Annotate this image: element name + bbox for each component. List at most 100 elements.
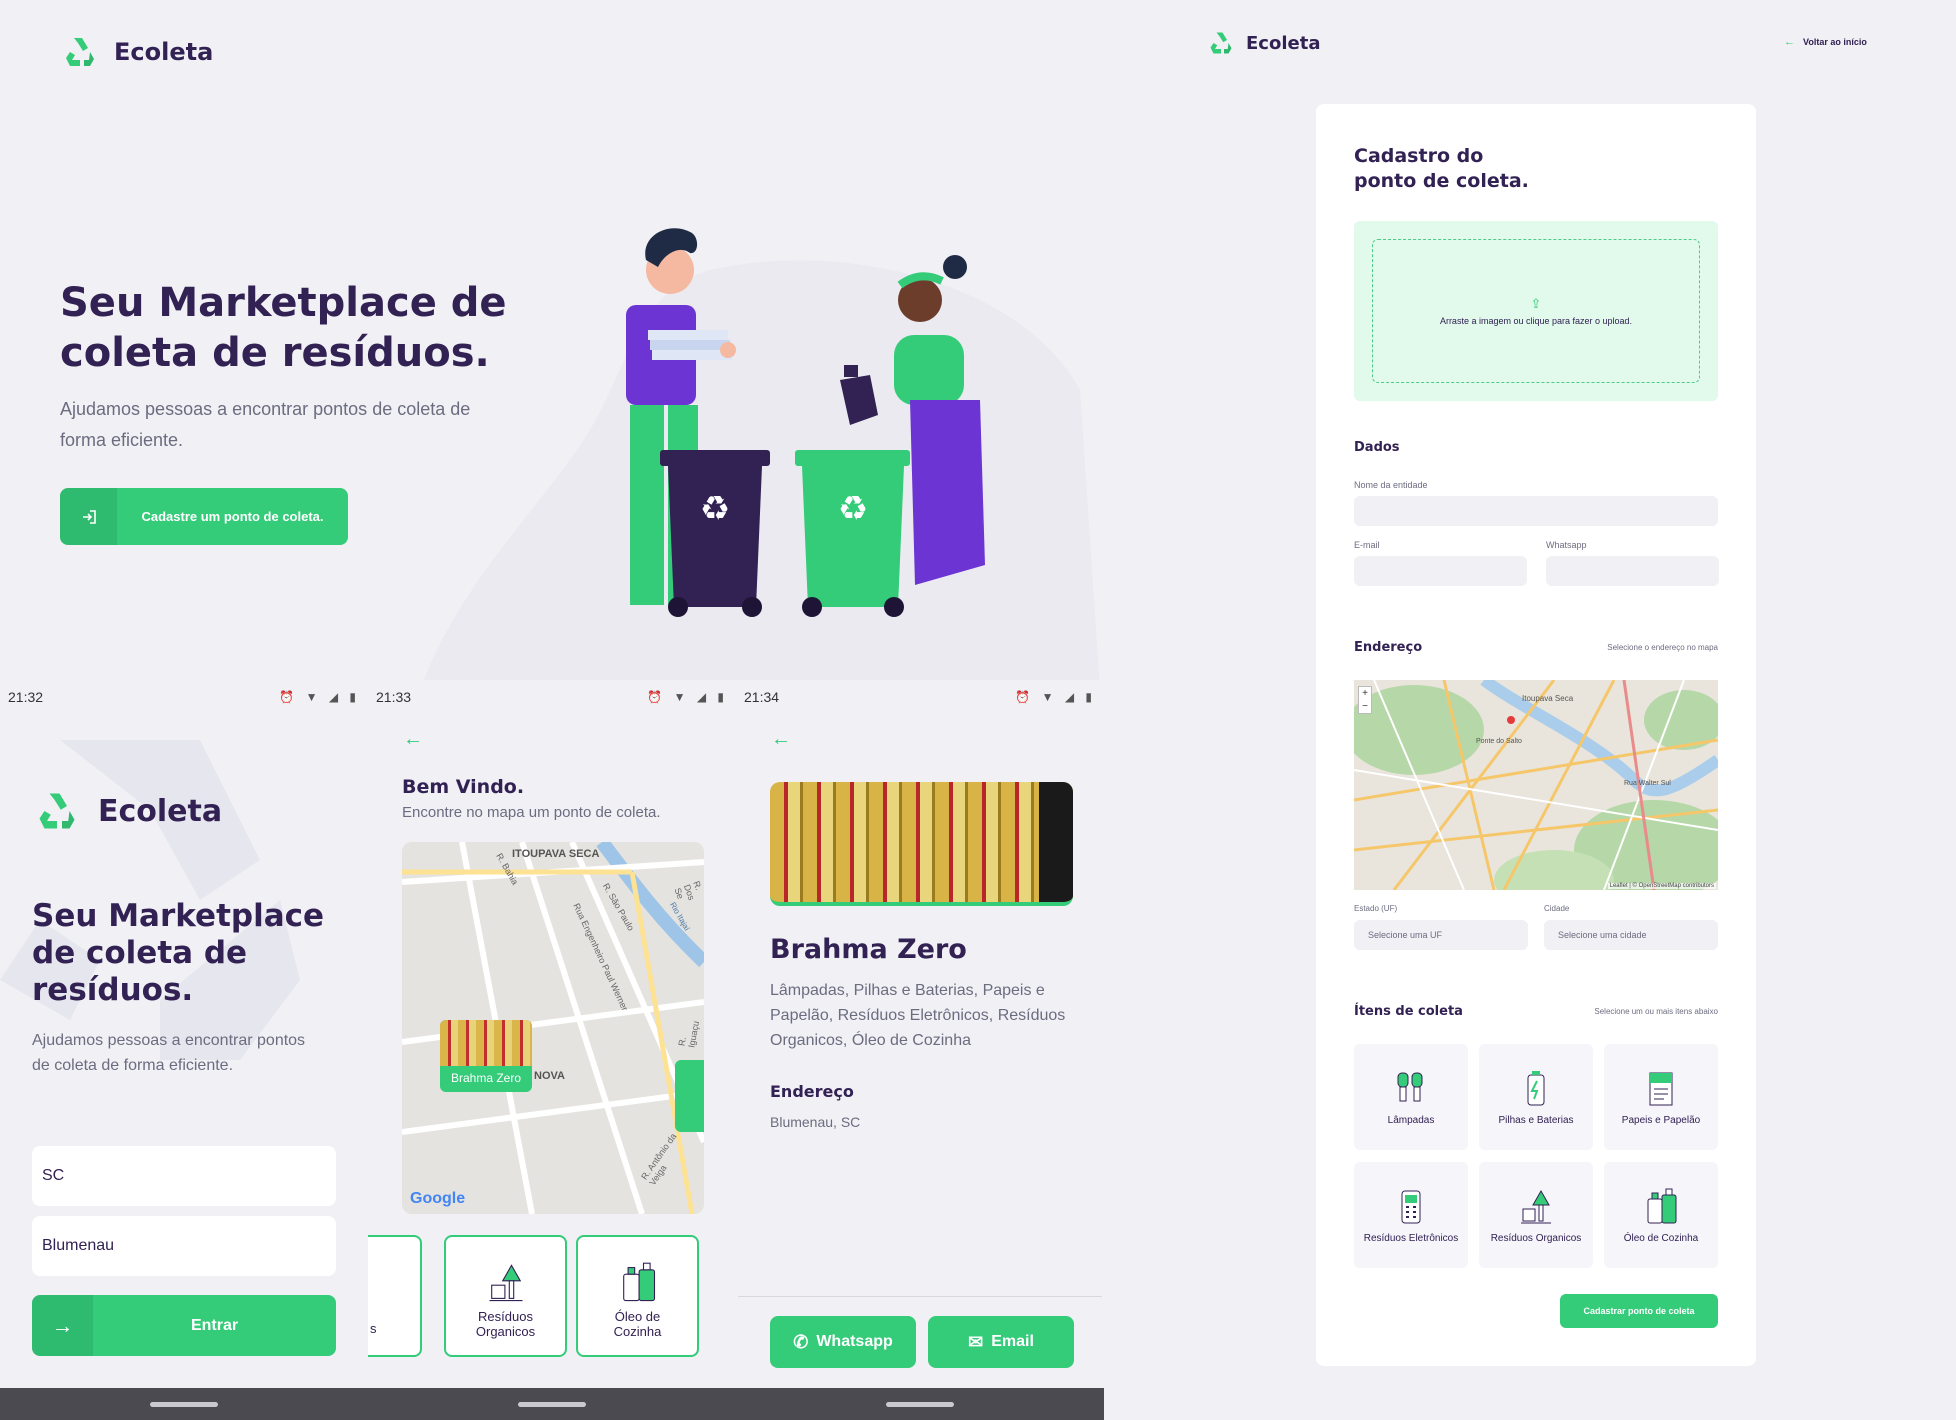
label-cidade: Cidade xyxy=(1544,904,1570,913)
dropzone-text: Arraste a imagem ou clique para fazer o … xyxy=(1439,316,1633,326)
map-place-label: Itoupava Seca xyxy=(1522,694,1574,703)
svg-text:♻: ♻ xyxy=(700,489,730,529)
mobile-hero-title: Seu Marketplace de coleta de resíduos. xyxy=(32,898,325,1008)
status-time: 21:32 xyxy=(8,689,44,705)
paper-icon xyxy=(1649,1072,1673,1105)
endereco-hint: Selecione o endereço no mapa xyxy=(1607,643,1718,652)
status-icons: ⏰ ▼ ◢ ▮ xyxy=(279,690,360,704)
android-nav-bar xyxy=(368,1388,736,1420)
item-label: Papeis e Papelão xyxy=(1621,1114,1701,1126)
status-bar: 21:34 ⏰ ▼ ◢ ▮ xyxy=(736,680,1104,714)
item-label: Resíduos Organicos xyxy=(475,1309,536,1339)
item-label: Óleo de Cozinha xyxy=(1623,1232,1699,1244)
map-place-label: Ponte do Salto xyxy=(1476,738,1522,745)
status-bar: 21:32 ⏰ ▼ ◢ ▮ xyxy=(0,680,368,714)
welcome-title: Bem Vindo. xyxy=(402,776,525,798)
address-value: Blumenau, SC xyxy=(770,1114,861,1130)
sign-in-icon xyxy=(60,488,117,545)
label-email: E-mail xyxy=(1354,540,1380,550)
label-whatsapp: Whatsapp xyxy=(1546,540,1587,550)
point-image xyxy=(770,782,1073,906)
item-label: Lâmpadas xyxy=(1387,1114,1435,1126)
logo-text: Ecoleta xyxy=(1246,32,1321,54)
item-card-organic[interactable]: Resíduos Organicos xyxy=(444,1235,567,1357)
oil-icon xyxy=(1647,1188,1677,1223)
status-time: 21:34 xyxy=(744,689,780,705)
back-home-link[interactable]: ← Voltar ao início xyxy=(1784,36,1867,48)
arrow-right-icon: → xyxy=(32,1295,93,1356)
status-icons: ⏰ ▼ ◢ ▮ xyxy=(1015,690,1096,704)
map-zoom-control[interactable]: + − xyxy=(1358,686,1372,714)
map-place-label: Rua Walter Sul xyxy=(1624,780,1671,787)
status-time: 21:33 xyxy=(376,689,412,705)
android-nav-bar xyxy=(0,1388,368,1420)
whatsapp-button[interactable]: ✆ Whatsapp xyxy=(770,1316,916,1368)
label-entity-name: Nome da entidade xyxy=(1354,480,1428,490)
item-label: Óleo de Cozinha xyxy=(613,1309,662,1339)
form-title-line1: Cadastro do xyxy=(1354,145,1484,167)
electronics-icon xyxy=(1401,1190,1421,1223)
back-arrow-icon[interactable]: ← xyxy=(403,728,423,751)
entity-name-input[interactable] xyxy=(1354,496,1718,526)
uf-input[interactable]: SC xyxy=(32,1146,336,1206)
desktop-form-screen: Ecoleta ← Voltar ao início Cadastro do p… xyxy=(1104,0,1956,1420)
submit-button[interactable]: Cadastrar ponto de coleta xyxy=(1560,1294,1718,1328)
footer-divider xyxy=(738,1296,1102,1297)
logo[interactable]: Ecoleta xyxy=(60,32,213,72)
item-label: s xyxy=(370,1321,377,1336)
city-select[interactable]: Selecione uma cidade xyxy=(1544,920,1718,950)
email-button[interactable]: ✉ Email xyxy=(928,1316,1074,1368)
logo[interactable]: Ecoleta xyxy=(1206,28,1320,58)
item-electronics[interactable]: Resíduos Eletrônicos xyxy=(1354,1162,1468,1268)
points-map[interactable]: ITOUPAVA SECA R. Bahia R. São Paulo Rua … xyxy=(402,842,704,1214)
item-label: Resíduos Organicos xyxy=(1490,1232,1582,1244)
mobile-detail-screen: 21:34 ⏰ ▼ ◢ ▮ ← Brahma Zero Lâmpadas, Pi… xyxy=(736,680,1104,1420)
point-items: Lâmpadas, Pilhas e Baterias, Papeis e Pa… xyxy=(770,982,1066,1049)
register-point-button[interactable]: Cadastre um ponto de coleta. xyxy=(60,488,348,545)
recycle-logo-icon xyxy=(66,38,94,66)
section-endereco-title: Endereço xyxy=(1354,640,1423,655)
form-title-line2: ponto de coleta. xyxy=(1354,170,1529,192)
map-marker[interactable]: Brahma Zero xyxy=(440,1020,532,1092)
address-map[interactable]: + − Leaflet | © OpenStreetMap contributor… xyxy=(1354,680,1718,890)
item-paper[interactable]: Papeis e Papelão xyxy=(1604,1044,1718,1150)
register-point-label: Cadastre um ponto de coleta. xyxy=(141,509,324,524)
image-dropzone[interactable]: ⇪ Arraste a imagem ou clique para fazer … xyxy=(1354,221,1718,401)
item-lamps[interactable]: Lâmpadas xyxy=(1354,1044,1468,1150)
section-dados-title: Dados xyxy=(1354,440,1400,455)
desktop-home-screen: Ecoleta Seu Marketplace de coleta de res… xyxy=(0,0,1104,686)
mobile-map-screen: 21:33 ⏰ ▼ ◢ ▮ ← Bem Vindo. Encontre no m… xyxy=(368,680,736,1420)
uf-select[interactable]: Selecione uma UF xyxy=(1354,920,1528,950)
enter-button[interactable]: → Entrar xyxy=(32,1295,336,1356)
logo-text: Ecoleta xyxy=(98,793,223,829)
organic-icon xyxy=(489,1264,522,1302)
email-input[interactable] xyxy=(1354,556,1527,586)
oil-icon xyxy=(622,1262,655,1302)
map-marker-partial[interactable] xyxy=(675,1060,704,1132)
item-card-partial[interactable]: s xyxy=(368,1235,422,1357)
marker-label: Brahma Zero xyxy=(450,1071,522,1085)
logo: Ecoleta xyxy=(32,786,222,836)
item-batteries[interactable]: Pilhas e Baterias xyxy=(1479,1044,1593,1150)
item-oil[interactable]: Óleo de Cozinha xyxy=(1604,1162,1718,1268)
whatsapp-label: Whatsapp xyxy=(816,1333,893,1350)
mobile-home-screen: 21:32 ⏰ ▼ ◢ ▮ Ecoleta Seu Marketplace de… xyxy=(0,680,368,1420)
battery-icon xyxy=(1527,1070,1545,1105)
back-arrow-icon[interactable]: ← xyxy=(771,728,791,751)
email-label: Email xyxy=(991,1333,1034,1350)
map-label: ITOUPAVA SECA xyxy=(512,848,600,860)
map-label: NOVA xyxy=(534,1070,565,1082)
google-logo: Google xyxy=(410,1190,466,1207)
item-organic[interactable]: Resíduos Organicos xyxy=(1479,1162,1593,1268)
android-nav-bar xyxy=(736,1388,1104,1420)
map-attribution: Leaflet | © OpenStreetMap contributors xyxy=(1607,883,1716,889)
section-itens-title: Ítens de coleta xyxy=(1354,1004,1463,1019)
hero-illustration: ♻ ♻ xyxy=(626,228,985,617)
recycle-logo-icon xyxy=(39,793,75,829)
whatsapp-input[interactable] xyxy=(1546,556,1719,586)
item-card-oil[interactable]: Óleo de Cozinha xyxy=(576,1235,699,1357)
back-home-label: Voltar ao início xyxy=(1803,37,1867,47)
hero-title: Seu Marketplace de coleta de resíduos. xyxy=(60,280,507,376)
svg-text:♻: ♻ xyxy=(838,489,868,529)
city-input[interactable]: Blumenau xyxy=(32,1216,336,1276)
